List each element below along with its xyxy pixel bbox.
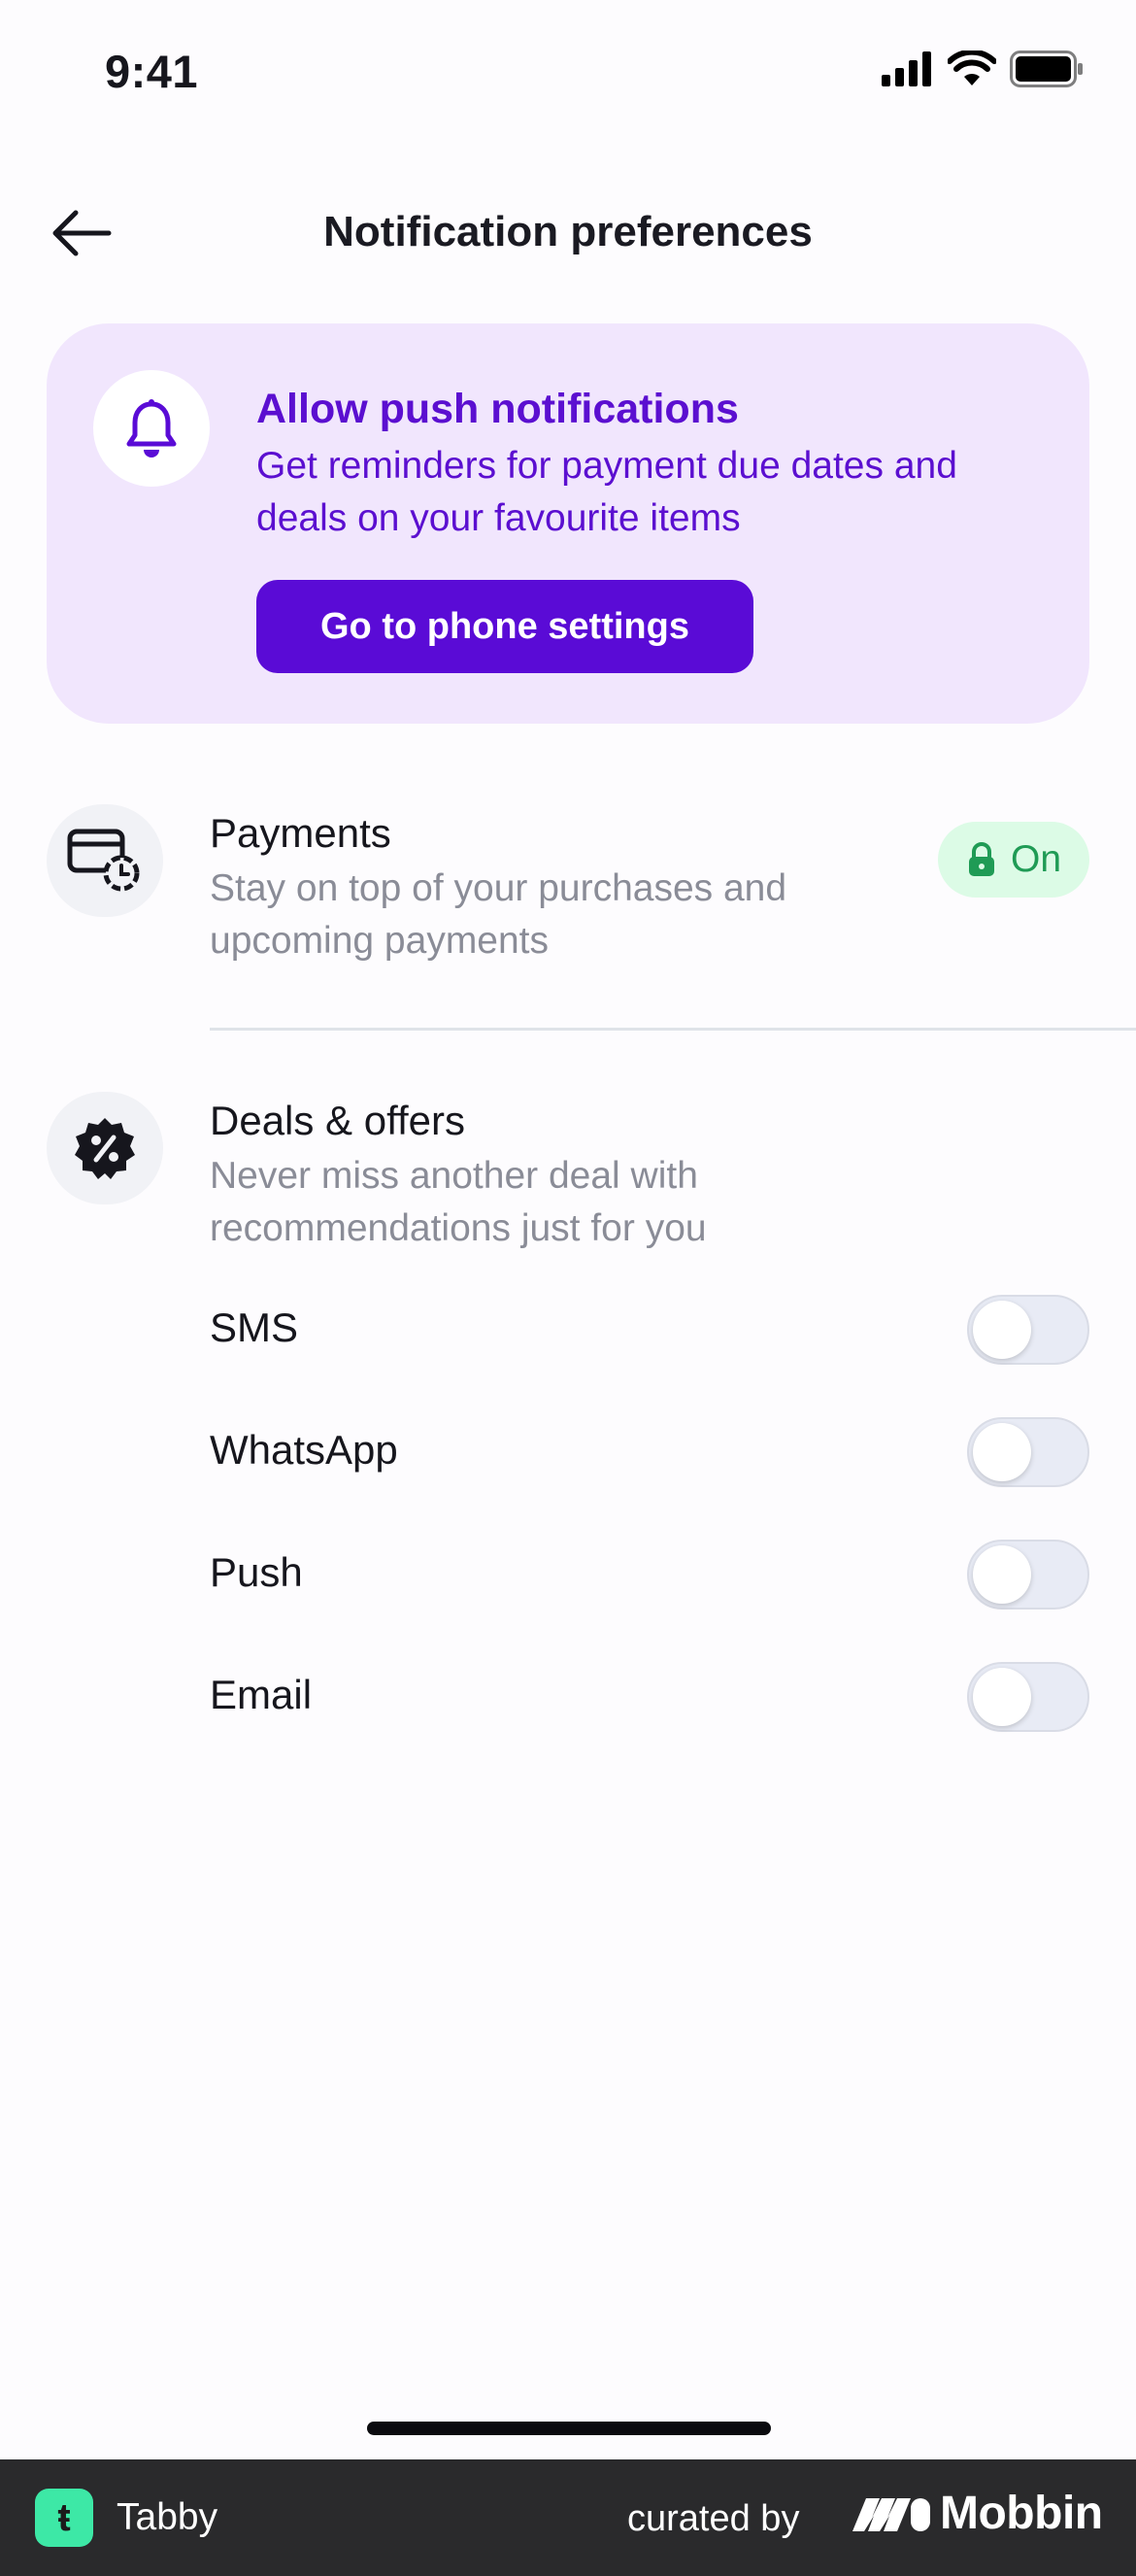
whatsapp-toggle[interactable] xyxy=(967,1417,1089,1487)
signal-icon xyxy=(882,51,931,86)
push-notifications-banner: Allow push notifications Get reminders f… xyxy=(47,323,1089,724)
banner-description: Get reminders for payment due dates and … xyxy=(256,445,957,539)
bell-icon xyxy=(126,399,177,458)
footer-curated-by: curated by xyxy=(627,2498,800,2539)
payments-status-badge: On xyxy=(938,822,1089,898)
banner-title: Allow push notifications xyxy=(256,386,739,432)
payments-description: Stay on top of your purchases and upcomi… xyxy=(210,867,787,962)
page-title: Notification preferences xyxy=(323,208,813,255)
home-indicator xyxy=(367,2422,771,2435)
lock-icon xyxy=(968,842,994,876)
battery-icon xyxy=(1010,51,1083,87)
sms-toggle-row: SMS xyxy=(210,1295,1089,1365)
section-divider xyxy=(210,1028,1136,1031)
whatsapp-toggle-row: WhatsApp xyxy=(210,1417,1089,1487)
status-time: 9:41 xyxy=(105,46,199,97)
sms-label: SMS xyxy=(210,1305,299,1350)
toggle-knob xyxy=(973,1668,1031,1726)
bell-icon-container xyxy=(93,370,210,487)
sms-toggle[interactable] xyxy=(967,1295,1089,1365)
toggle-knob xyxy=(973,1423,1031,1481)
email-toggle[interactable] xyxy=(967,1662,1089,1732)
status-icons xyxy=(882,51,1084,87)
payments-section: Payments Stay on top of your purchases a… xyxy=(0,804,1136,999)
toggle-knob xyxy=(973,1301,1031,1359)
tabby-logo: ŧ xyxy=(35,2489,93,2547)
status-bar: 9:41 xyxy=(0,0,1136,146)
email-toggle-row: Email xyxy=(210,1662,1089,1732)
mobbin-logo-icon xyxy=(852,2497,930,2531)
deals-icon-container xyxy=(47,1092,163,1204)
push-label: Push xyxy=(210,1549,303,1595)
whatsapp-label: WhatsApp xyxy=(210,1427,398,1473)
footer-brand-text: Mobbin xyxy=(940,2488,1103,2539)
deals-title: Deals & offers xyxy=(210,1098,466,1143)
payments-icon-container xyxy=(47,804,163,917)
payments-title: Payments xyxy=(210,810,391,856)
card-clock-icon xyxy=(67,829,140,892)
deals-section: Deals & offers Never miss another deal w… xyxy=(0,1092,1136,1286)
wifi-icon xyxy=(948,51,996,85)
footer-app-name: Tabby xyxy=(117,2496,218,2538)
push-toggle[interactable] xyxy=(967,1540,1089,1610)
go-to-phone-settings-button[interactable]: Go to phone settings xyxy=(256,580,753,673)
mobbin-brand: Mobbin xyxy=(851,2487,1103,2540)
push-toggle-row: Push xyxy=(210,1540,1089,1610)
deals-description: Never miss another deal with recommendat… xyxy=(210,1155,707,1249)
payments-status-text: On xyxy=(1010,838,1062,880)
email-label: Email xyxy=(210,1672,313,1717)
toggle-knob xyxy=(973,1545,1031,1604)
nav-bar: Notification preferences xyxy=(0,185,1136,282)
discount-badge-icon xyxy=(75,1118,135,1179)
footer-bar: ŧ Tabby curated by Mobbin xyxy=(0,2459,1136,2576)
